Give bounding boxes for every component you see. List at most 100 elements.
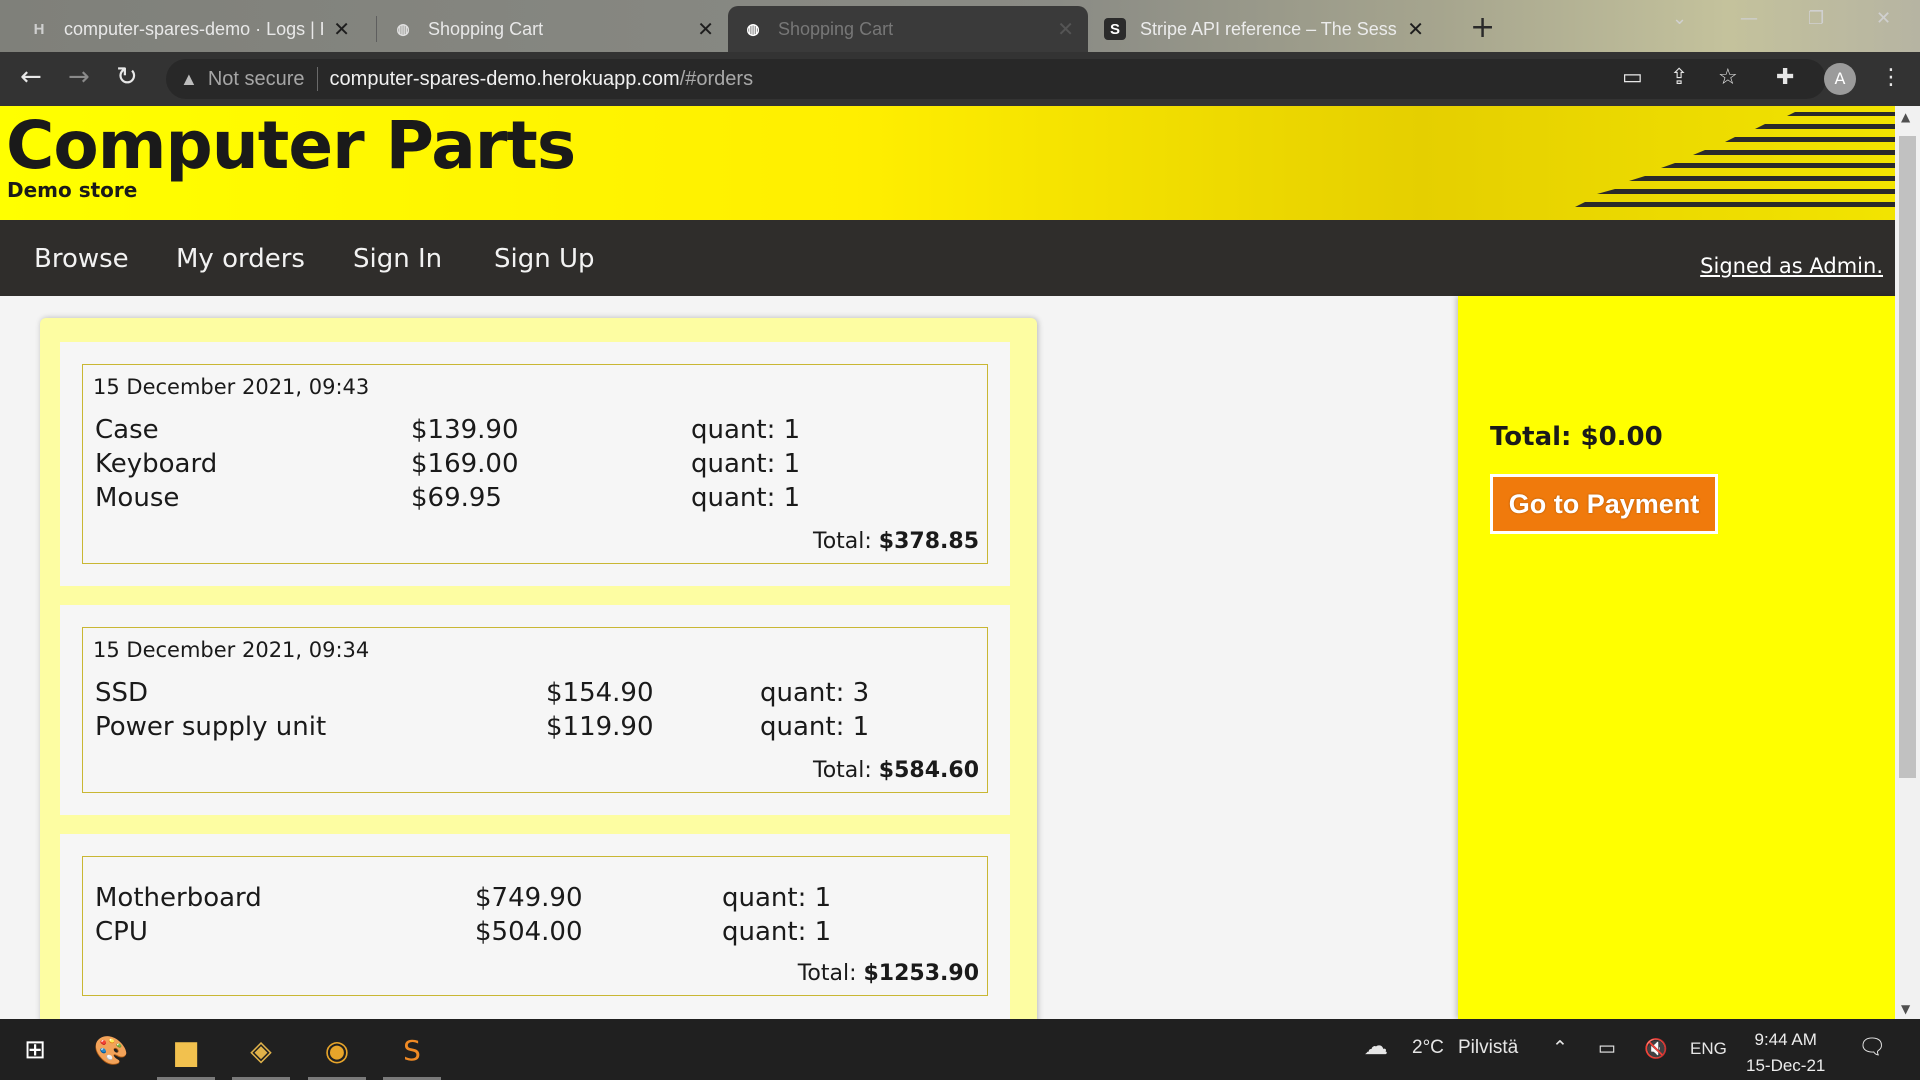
item-quantity: quant: 3 bbox=[760, 678, 870, 708]
item-price: $139.90 bbox=[411, 415, 519, 445]
cart-total: Total: $0.00 bbox=[1490, 422, 1663, 452]
restore-icon[interactable]: ❐ bbox=[1808, 8, 1824, 29]
item-name: Keyboard bbox=[95, 449, 218, 479]
tab-search-icon[interactable]: ⌄ bbox=[1672, 8, 1687, 29]
site-subtitle: Demo store bbox=[7, 178, 138, 202]
item-price: $119.90 bbox=[546, 712, 654, 742]
globe-icon: ◍ bbox=[746, 21, 760, 38]
item-name: Power supply unit bbox=[95, 712, 327, 742]
item-name: Case bbox=[95, 415, 159, 445]
windows-taskbar: ⊞ 🎨 ▆ ◈ ◉ S ☁ 2°C Pilvistä ⌃ ▭ 🔇 ENG 9:4… bbox=[0, 1019, 1920, 1080]
order-card: 15 December 2021, 09:34 SSD $154.90 quan… bbox=[60, 605, 1010, 815]
share-icon[interactable]: ⇪ bbox=[1670, 65, 1688, 90]
weather-temp[interactable]: 2°C bbox=[1412, 1037, 1444, 1059]
url-text[interactable]: computer-spares-demo.herokuapp.com/#orde… bbox=[330, 68, 754, 91]
forward-icon[interactable]: → bbox=[68, 62, 90, 92]
item-quantity: quant: 1 bbox=[691, 483, 801, 513]
order-card: 15 December 2021, 09:43 Case $139.90 qua… bbox=[60, 342, 1010, 586]
header-stripes bbox=[1575, 112, 1895, 207]
order-total-value: $1253.90 bbox=[863, 961, 979, 986]
item-price: $154.90 bbox=[546, 678, 654, 708]
nav-sign-in[interactable]: Sign In bbox=[353, 244, 442, 274]
extensions-icon[interactable]: ✚ bbox=[1776, 65, 1794, 90]
address-bar[interactable]: ▲ Not secure computer-spares-demo.heroku… bbox=[166, 59, 1826, 99]
nav-browse[interactable]: Browse bbox=[34, 244, 129, 274]
browser-toolbar: ← → ↻ ▲ Not secure computer-spares-demo.… bbox=[0, 52, 1920, 106]
site-logo[interactable]: Computer Parts bbox=[6, 106, 576, 186]
reload-icon[interactable]: ↻ bbox=[116, 62, 138, 92]
reader-mode-icon[interactable]: ▭ bbox=[1622, 65, 1643, 90]
item-name: CPU bbox=[95, 917, 148, 947]
language-indicator[interactable]: ENG bbox=[1690, 1039, 1727, 1059]
tab-title: Stripe API reference – The Sessio bbox=[1140, 18, 1398, 39]
order-total-value: $584.60 bbox=[878, 758, 979, 783]
clock-time: 9:44 AM bbox=[1754, 1030, 1817, 1049]
tab-shopping-cart-active[interactable]: ◍ Shopping Cart ✕ bbox=[728, 6, 1088, 52]
item-quantity: quant: 1 bbox=[722, 883, 832, 913]
order-total: Total: $378.85 bbox=[813, 529, 979, 554]
page-scrollbar[interactable]: ▲ ▼ bbox=[1895, 106, 1920, 1019]
tab-stripe-api[interactable]: S Stripe API reference – The Sessio ✕ bbox=[1090, 6, 1438, 52]
scrollbar-thumb[interactable] bbox=[1899, 136, 1916, 778]
menu-icon[interactable]: ⋮ bbox=[1880, 65, 1902, 90]
sublime-text-icon[interactable]: S bbox=[383, 1028, 441, 1080]
minimize-icon[interactable]: — bbox=[1740, 8, 1758, 29]
paint-icon[interactable]: 🎨 bbox=[82, 1028, 140, 1072]
signed-as-link[interactable]: Signed as Admin. bbox=[1700, 254, 1883, 278]
chevron-up-icon[interactable]: ⌃ bbox=[1552, 1037, 1568, 1060]
windows-start-icon[interactable]: ⊞ bbox=[6, 1028, 64, 1072]
item-price: $504.00 bbox=[475, 917, 583, 947]
tab-shopping-cart[interactable]: ◍ Shopping Cart ✕ bbox=[378, 6, 728, 52]
order-box: 15 December 2021, 09:43 Case $139.90 qua… bbox=[82, 364, 988, 564]
scroll-down-icon[interactable]: ▼ bbox=[1901, 1002, 1910, 1016]
item-price: $69.95 bbox=[411, 483, 502, 513]
git-tool-icon[interactable]: ◈ bbox=[232, 1028, 290, 1080]
close-tab-icon[interactable]: ✕ bbox=[333, 17, 350, 42]
volume-muted-icon[interactable]: 🔇 bbox=[1644, 1037, 1668, 1061]
order-box: Motherboard $749.90 quant: 1 CPU $504.00… bbox=[82, 856, 988, 996]
avatar[interactable]: A bbox=[1824, 63, 1856, 95]
close-window-icon[interactable]: ✕ bbox=[1876, 8, 1891, 29]
close-tab-icon[interactable]: ✕ bbox=[697, 17, 714, 42]
battery-icon[interactable]: ▭ bbox=[1598, 1037, 1616, 1060]
file-explorer-icon[interactable]: ▆ bbox=[157, 1028, 215, 1080]
item-price: $749.90 bbox=[475, 883, 583, 913]
item-quantity: quant: 1 bbox=[722, 917, 832, 947]
system-clock[interactable]: 9:44 AM 15-Dec-21 bbox=[1746, 1027, 1825, 1079]
weather-description[interactable]: Pilvistä bbox=[1458, 1037, 1518, 1059]
order-box: 15 December 2021, 09:34 SSD $154.90 quan… bbox=[82, 627, 988, 793]
warning-icon[interactable]: ▲ bbox=[180, 69, 198, 90]
item-name: Motherboard bbox=[95, 883, 262, 913]
notification-center-icon[interactable]: 🗨 bbox=[1858, 1034, 1886, 1060]
tab-title: Shopping Cart bbox=[778, 18, 894, 39]
site-header: Computer Parts Demo store bbox=[0, 106, 1895, 220]
item-quantity: quant: 1 bbox=[691, 415, 801, 445]
go-to-payment-button[interactable]: Go to Payment bbox=[1490, 474, 1718, 534]
page-viewport: Computer Parts Demo store Browse My orde… bbox=[0, 106, 1895, 1019]
back-icon[interactable]: ← bbox=[20, 62, 42, 92]
cart-sidebar: Total: $0.00 Go to Payment bbox=[1458, 296, 1895, 1019]
order-total-value: $378.85 bbox=[878, 529, 979, 554]
close-tab-icon[interactable]: ✕ bbox=[1057, 17, 1074, 42]
globe-icon: ◍ bbox=[396, 21, 410, 38]
browser-tab-strip: H computer-spares-demo · Logs | H ✕ ◍ Sh… bbox=[0, 0, 1920, 52]
chrome-icon[interactable]: ◉ bbox=[308, 1028, 366, 1080]
item-quantity: quant: 1 bbox=[691, 449, 801, 479]
stripe-icon: S bbox=[1104, 18, 1126, 40]
close-tab-icon[interactable]: ✕ bbox=[1407, 17, 1424, 42]
bookmark-star-icon[interactable]: ☆ bbox=[1718, 65, 1738, 90]
new-tab-icon[interactable]: + bbox=[1470, 10, 1495, 45]
weather-cloud-icon[interactable]: ☁ bbox=[1364, 1032, 1388, 1061]
order-date: 15 December 2021, 09:43 bbox=[93, 375, 370, 399]
nav-my-orders[interactable]: My orders bbox=[176, 244, 305, 274]
scroll-up-icon[interactable]: ▲ bbox=[1901, 110, 1910, 124]
security-label[interactable]: Not secure bbox=[208, 68, 305, 91]
heroku-icon: H bbox=[33, 20, 45, 38]
order-total: Total: $1253.90 bbox=[797, 961, 979, 986]
item-name: Mouse bbox=[95, 483, 180, 513]
item-name: SSD bbox=[95, 678, 149, 708]
item-quantity: quant: 1 bbox=[760, 712, 870, 742]
main-nav: Browse My orders Sign In Sign Up Signed … bbox=[0, 220, 1895, 296]
tab-heroku-logs[interactable]: H computer-spares-demo · Logs | H ✕ bbox=[14, 6, 364, 52]
nav-sign-up[interactable]: Sign Up bbox=[494, 244, 595, 274]
